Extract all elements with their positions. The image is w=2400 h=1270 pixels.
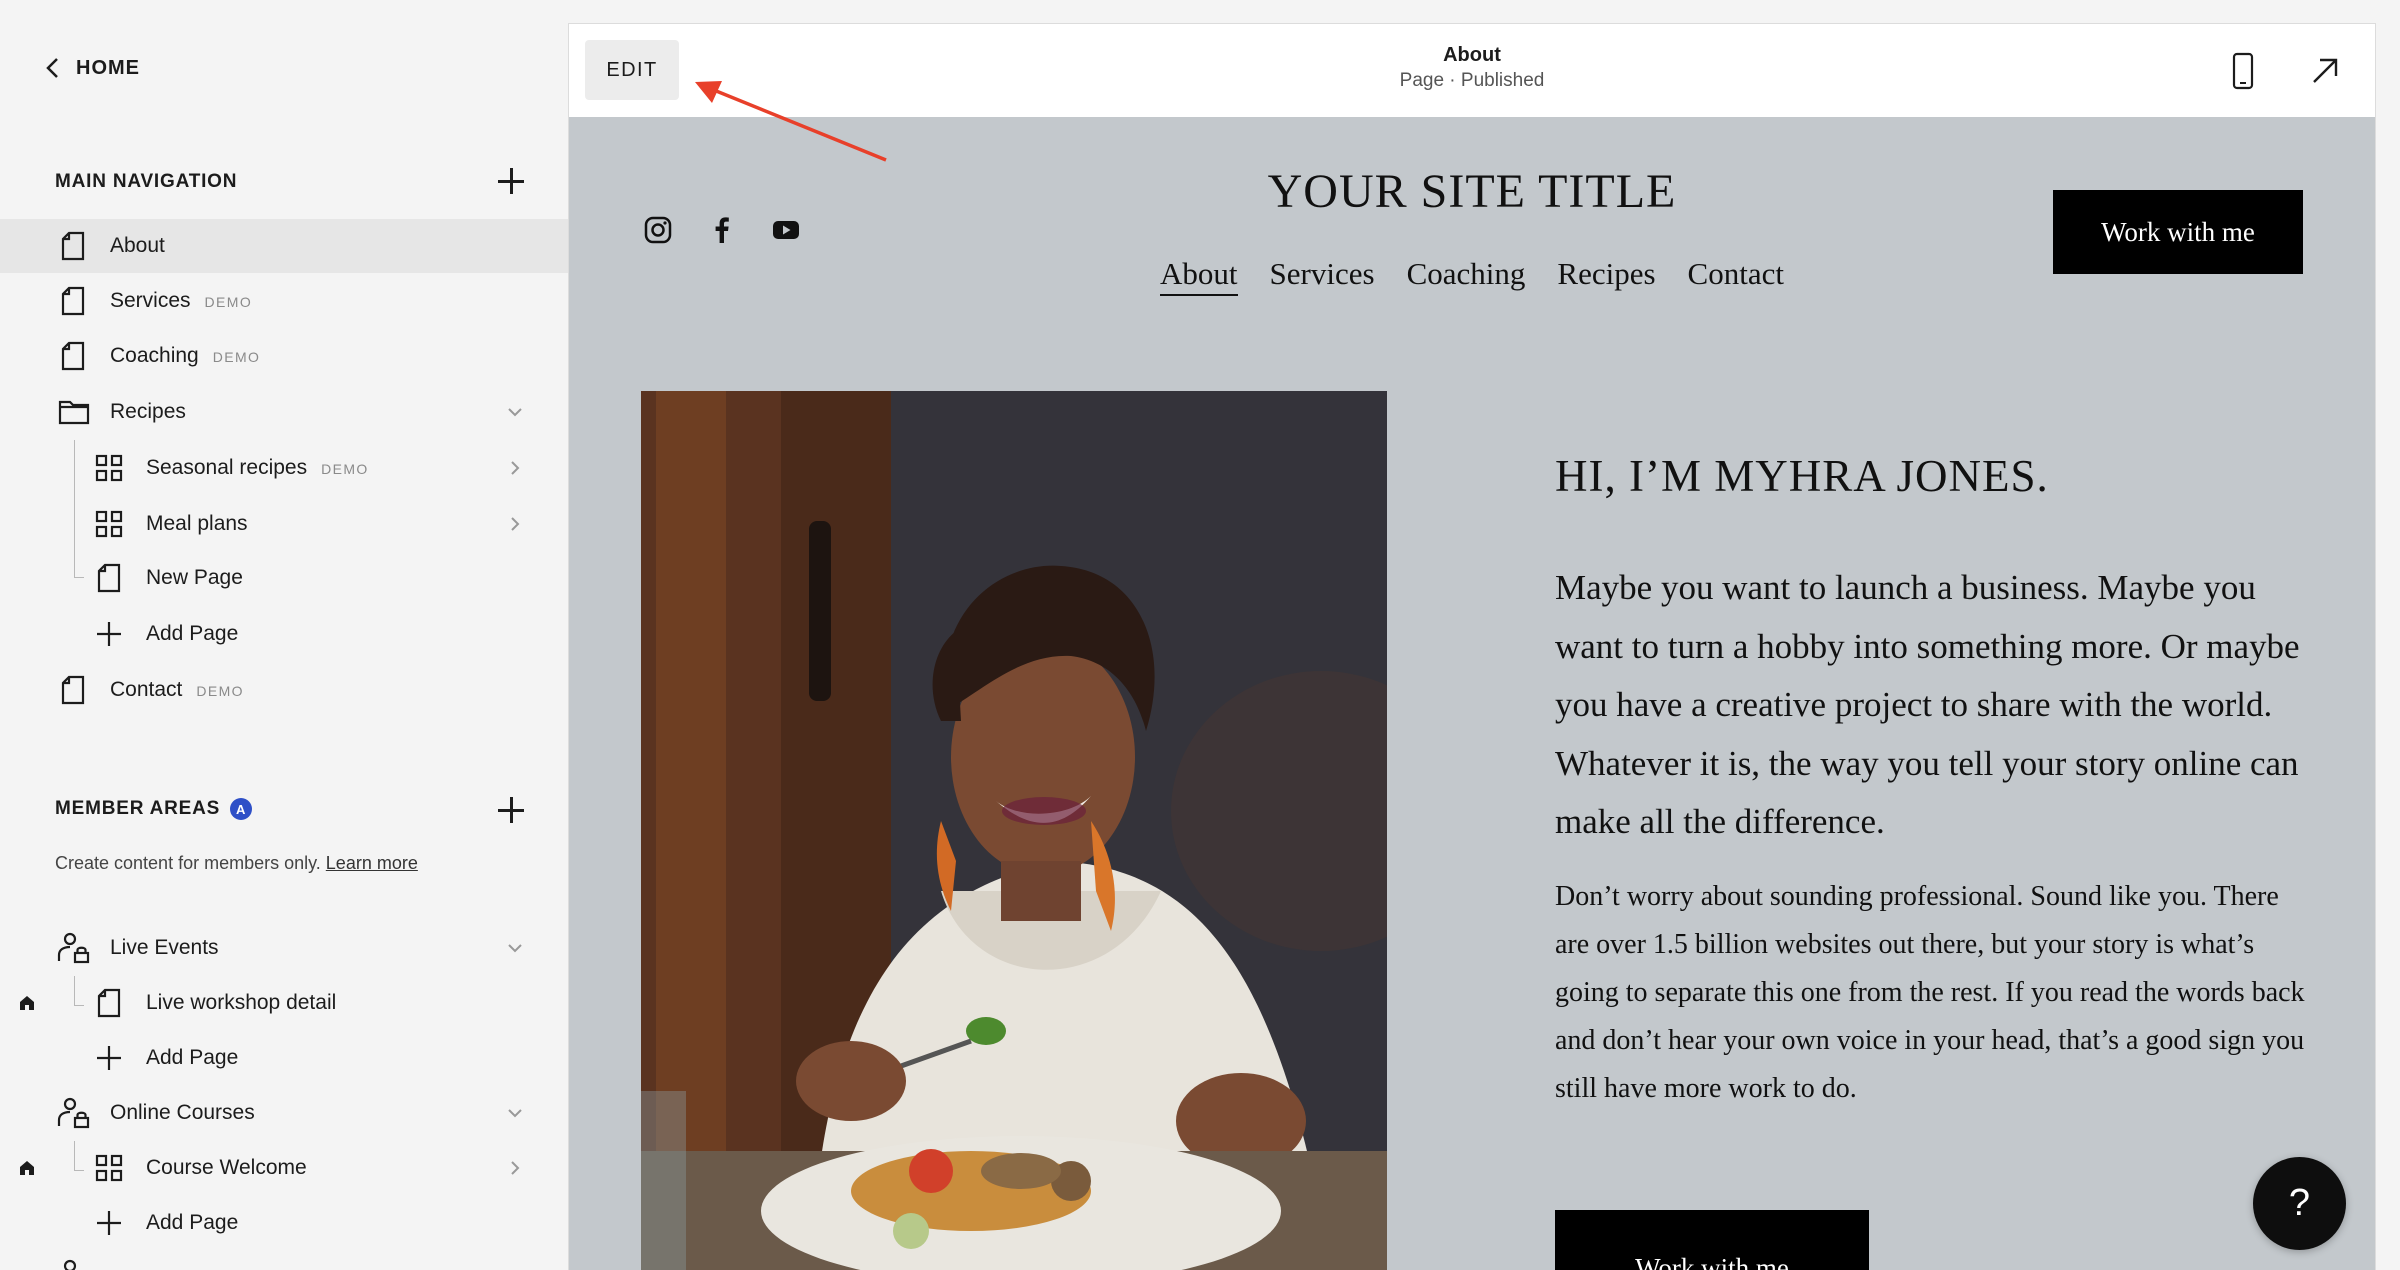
sidebar-item-label: Contact bbox=[110, 678, 183, 701]
page-title-block: About Page · Published bbox=[569, 44, 2375, 92]
chevron-down-icon[interactable] bbox=[505, 402, 525, 422]
page-status: Page · Published bbox=[1399, 70, 1545, 91]
youtube-icon[interactable] bbox=[771, 215, 801, 245]
grid-icon bbox=[95, 509, 123, 539]
sidebar-add-page-live-events[interactable]: Add Page bbox=[0, 1031, 569, 1085]
sidebar-item-label: New Page bbox=[146, 566, 243, 589]
sidebar: HOME MAIN NAVIGATION About Services DEMO … bbox=[0, 0, 569, 1270]
sidebar-item-meal-plans[interactable]: Meal plans bbox=[0, 497, 569, 551]
chevron-left-icon bbox=[46, 58, 58, 78]
main-navigation-label: MAIN NAVIGATION bbox=[55, 171, 238, 192]
sidebar-item-label: Online Courses bbox=[110, 1101, 255, 1124]
sidebar-item-online-courses[interactable]: Online Courses bbox=[0, 1086, 569, 1140]
chevron-right-icon[interactable] bbox=[505, 458, 525, 478]
home-link[interactable]: HOME bbox=[44, 56, 140, 80]
main-navigation-heading: MAIN NAVIGATION bbox=[55, 171, 237, 193]
site-nav-services[interactable]: Services bbox=[1270, 256, 1375, 296]
grid-icon bbox=[95, 1153, 123, 1183]
chevron-right-icon[interactable] bbox=[505, 514, 525, 534]
sidebar-item-label: About bbox=[110, 234, 165, 257]
home-label: HOME bbox=[76, 56, 140, 79]
page-icon bbox=[59, 341, 87, 371]
sidebar-item-seasonal-recipes[interactable]: Seasonal recipes DEMO bbox=[0, 441, 569, 495]
member-desc-text: Create content for members only. bbox=[55, 853, 321, 873]
page-title: About bbox=[1443, 44, 1501, 66]
page-icon bbox=[95, 988, 123, 1018]
sidebar-item-label: Add Page bbox=[146, 1046, 239, 1069]
sidebar-item-about[interactable]: About bbox=[0, 219, 569, 273]
mobile-preview-icon[interactable] bbox=[2230, 52, 2256, 90]
work-with-me-bottom-button[interactable]: Work with me bbox=[1555, 1210, 1869, 1270]
site-nav-recipes[interactable]: Recipes bbox=[1557, 256, 1655, 296]
instagram-icon[interactable] bbox=[643, 215, 673, 245]
chevron-right-icon[interactable] bbox=[505, 1158, 525, 1178]
sidebar-add-page-courses[interactable]: Add Page bbox=[0, 1196, 569, 1250]
open-in-new-icon[interactable] bbox=[2310, 56, 2340, 86]
grid-icon bbox=[95, 453, 123, 483]
hero-photo bbox=[641, 391, 1387, 1270]
add-member-area-button[interactable] bbox=[496, 795, 526, 825]
learn-more-link[interactable]: Learn more bbox=[326, 853, 418, 873]
site-page: YOUR SITE TITLE About Services Coaching … bbox=[569, 117, 2375, 1270]
member-lock-icon bbox=[57, 1097, 91, 1129]
page-icon bbox=[95, 563, 123, 593]
add-main-nav-button[interactable] bbox=[496, 166, 526, 196]
sidebar-item-contact[interactable]: Contact DEMO bbox=[0, 663, 569, 717]
page-icon bbox=[59, 231, 87, 261]
plus-icon bbox=[95, 1043, 123, 1073]
demo-badge: DEMO bbox=[196, 683, 244, 699]
member-lock-icon bbox=[57, 932, 91, 964]
page-icon bbox=[59, 675, 87, 705]
folder-icon bbox=[57, 397, 91, 427]
sidebar-item-label: Coaching bbox=[110, 344, 199, 367]
sidebar-item-label: Add Page bbox=[146, 1211, 239, 1234]
member-lock-icon bbox=[63, 1259, 77, 1270]
site-nav-contact[interactable]: Contact bbox=[1688, 256, 1784, 296]
page-icon bbox=[59, 286, 87, 316]
sidebar-item-label: Live Events bbox=[110, 936, 219, 959]
hero-paragraph-2: Don’t worry about sounding professional.… bbox=[1555, 881, 2305, 1104]
demo-badge: DEMO bbox=[204, 294, 253, 310]
sidebar-item-services[interactable]: Services DEMO bbox=[0, 274, 569, 328]
hero-photo-illustration bbox=[641, 391, 1387, 1270]
demo-badge: DEMO bbox=[321, 461, 369, 477]
sidebar-item-label: Course Welcome bbox=[146, 1156, 307, 1179]
help-button[interactable]: ? bbox=[2253, 1157, 2346, 1250]
sidebar-item-label: Add Page bbox=[146, 622, 239, 645]
sidebar-item-recipes[interactable]: Recipes bbox=[0, 385, 569, 439]
sidebar-item-label: Live workshop detail bbox=[146, 991, 337, 1014]
sidebar-item-new-page[interactable]: New Page bbox=[0, 551, 569, 605]
facebook-icon[interactable] bbox=[707, 215, 737, 245]
sidebar-add-page-recipes[interactable]: Add Page bbox=[0, 607, 569, 661]
chevron-down-icon[interactable] bbox=[505, 938, 525, 958]
sidebar-item-live-events[interactable]: Live Events bbox=[0, 921, 569, 975]
sidebar-item-label: Meal plans bbox=[146, 512, 248, 535]
sidebar-item-label: Services bbox=[110, 289, 191, 312]
hero-paragraph-1: Maybe you want to launch a business. May… bbox=[1555, 568, 2300, 841]
plus-icon bbox=[95, 1208, 123, 1238]
sidebar-item-course-welcome[interactable]: Course Welcome bbox=[0, 1141, 569, 1195]
chevron-down-icon[interactable] bbox=[505, 1103, 525, 1123]
plus-icon bbox=[95, 619, 123, 649]
site-nav-about[interactable]: About bbox=[1160, 256, 1238, 296]
sidebar-item-live-workshop-detail[interactable]: Live workshop detail bbox=[0, 976, 569, 1030]
hero-heading: HI, I’M MYHRA JONES. bbox=[1555, 451, 2049, 501]
sidebar-item-coaching[interactable]: Coaching DEMO bbox=[0, 329, 569, 383]
member-areas-label: MEMBER AREAS bbox=[55, 798, 221, 819]
member-areas-heading: MEMBER AREAS A bbox=[55, 798, 253, 820]
sidebar-item-label: Seasonal recipes bbox=[146, 456, 308, 479]
member-areas-badge-icon: A bbox=[230, 798, 253, 820]
work-with-me-header-button[interactable]: Work with me bbox=[2053, 190, 2303, 274]
preview-topbar: EDIT About Page · Published bbox=[569, 24, 2375, 117]
demo-badge: DEMO bbox=[212, 349, 261, 365]
site-nav-coaching[interactable]: Coaching bbox=[1407, 256, 1526, 296]
member-areas-description: Create content for members only. Learn m… bbox=[55, 853, 418, 874]
site-preview-panel: EDIT About Page · Published YOUR SITE TI… bbox=[569, 24, 2375, 1270]
work-with-me-bottom-label: Work with me bbox=[1635, 1253, 1789, 1270]
sidebar-item-label: Recipes bbox=[110, 400, 186, 423]
